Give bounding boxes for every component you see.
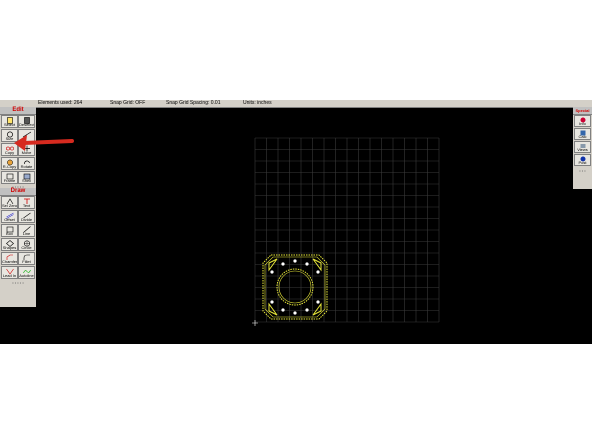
shell-tool-button[interactable]: Shell (18, 171, 35, 184)
draw-section-header: Draw (0, 188, 36, 196)
right-toolbar: Special Info Calc Views Post • • • (573, 107, 592, 189)
drawing-canvas[interactable] (37, 108, 572, 344)
post-button[interactable]: Post (574, 154, 591, 166)
rotate-tool-label: Rotate (20, 164, 33, 169)
measure-icon (23, 131, 31, 138)
move-tool-label: Move (21, 150, 32, 155)
calc-label: Calc (578, 134, 587, 139)
info-label: Info (579, 121, 586, 126)
r-copy-tool-label: R-Copy (2, 164, 17, 169)
size-tool-button[interactable]: Size (1, 129, 18, 142)
circle-tool-button[interactable]: Circle (18, 238, 35, 251)
divide-tool-button[interactable]: Divide (18, 210, 35, 223)
divide-tool-label: Divide (20, 217, 33, 222)
size-tool-label: Size (5, 136, 14, 141)
fillet-tool-label: Fillet (22, 259, 31, 264)
line-tool-label: Line (22, 231, 31, 236)
text-tool-label: Text (22, 203, 31, 208)
units-readout: Units: inches (243, 100, 272, 106)
special-section-header: Special (573, 107, 592, 115)
toolbar-separator: • • • (579, 168, 586, 173)
bolt-hole[interactable] (270, 300, 274, 304)
box-tool-label: Box (6, 231, 13, 236)
post-label: Post (578, 160, 587, 165)
measure-tool-button[interactable] (18, 129, 35, 142)
frame-tool-button[interactable]: Frame (1, 171, 18, 184)
text-tool-button[interactable]: Text (18, 196, 35, 209)
shapes-tool-label: Shapes (2, 245, 17, 250)
sel-zero-tool-button[interactable]: Sel Zero (1, 196, 18, 209)
bolt-hole[interactable] (281, 262, 285, 266)
bolt-hole[interactable] (316, 300, 320, 304)
frame-tool-label: Frame (3, 178, 16, 183)
elements-used-readout: Elements used: 264 (38, 100, 83, 106)
corner-cutout-bl[interactable] (268, 302, 278, 316)
select-tool-label: Select (3, 122, 16, 127)
snap-spacing-readout: Snap Grid Spacing: 0.01 (166, 100, 221, 106)
deselect-tool-button[interactable]: Deselect (18, 115, 35, 128)
circle-tool-label: Circle (21, 245, 32, 250)
left-toolbar: Edit Select Deselect Size Copy Move R-Co… (0, 107, 36, 307)
bolt-hole[interactable] (305, 262, 309, 266)
chamfer-tool-button[interactable]: Chamfer (1, 252, 18, 265)
box-tool-button[interactable]: Box (1, 224, 18, 237)
bolt-hole[interactable] (305, 308, 309, 312)
fillet-tool-button[interactable]: Fillet (18, 252, 35, 265)
views-button[interactable]: Views (574, 141, 591, 153)
bolt-hole[interactable] (316, 270, 320, 274)
lead-in-tool-label: Lead In (2, 273, 17, 278)
info-button[interactable]: Info (574, 115, 591, 127)
calc-button[interactable]: Calc (574, 128, 591, 140)
shapes-tool-button[interactable]: Shapes (1, 238, 18, 251)
offset-tool-label: Offset (4, 217, 15, 222)
status-bar: Elements used: 264 Snap Grid: OFF Snap G… (0, 100, 592, 108)
bolt-hole[interactable] (293, 259, 297, 263)
snap-grid (254, 137, 440, 323)
bolt-hole[interactable] (293, 311, 297, 315)
views-label: Views (577, 147, 588, 152)
line-tool-button[interactable]: Line (18, 224, 35, 237)
shell-tool-label: Shell (22, 178, 31, 183)
toolbar-separator: • • • • • (12, 280, 24, 285)
autoline-tool-label: Autoline (19, 273, 34, 278)
sel-zero-tool-label: Sel Zero (2, 203, 18, 208)
deselect-tool-label: Deselect (19, 122, 35, 127)
cad-application-window: Elements used: 264 Snap Grid: OFF Snap G… (0, 100, 592, 344)
center-bore[interactable] (276, 268, 314, 306)
corner-cutout-br[interactable] (312, 302, 322, 316)
part-inner-outline[interactable] (264, 256, 326, 318)
bolt-hole[interactable] (281, 308, 285, 312)
copy-tool-label: Copy (4, 150, 15, 155)
snap-grid-readout: Snap Grid: OFF (110, 100, 146, 106)
select-tool-button[interactable]: Select (1, 115, 18, 128)
move-tool-button[interactable]: Move (18, 143, 35, 156)
edit-section-header: Edit (0, 107, 36, 115)
autoline-tool-button[interactable]: Autoline (18, 266, 35, 279)
copy-tool-button[interactable]: Copy (1, 143, 18, 156)
offset-tool-button[interactable]: Offset (1, 210, 18, 223)
lead-in-tool-button[interactable]: Lead In (1, 266, 18, 279)
bolt-hole[interactable] (270, 270, 274, 274)
rotate-tool-button[interactable]: Rotate (18, 157, 35, 170)
r-copy-tool-button[interactable]: R-Copy (1, 157, 18, 170)
chamfer-tool-label: Chamfer (2, 259, 18, 264)
origin-crosshair-icon (252, 320, 258, 326)
